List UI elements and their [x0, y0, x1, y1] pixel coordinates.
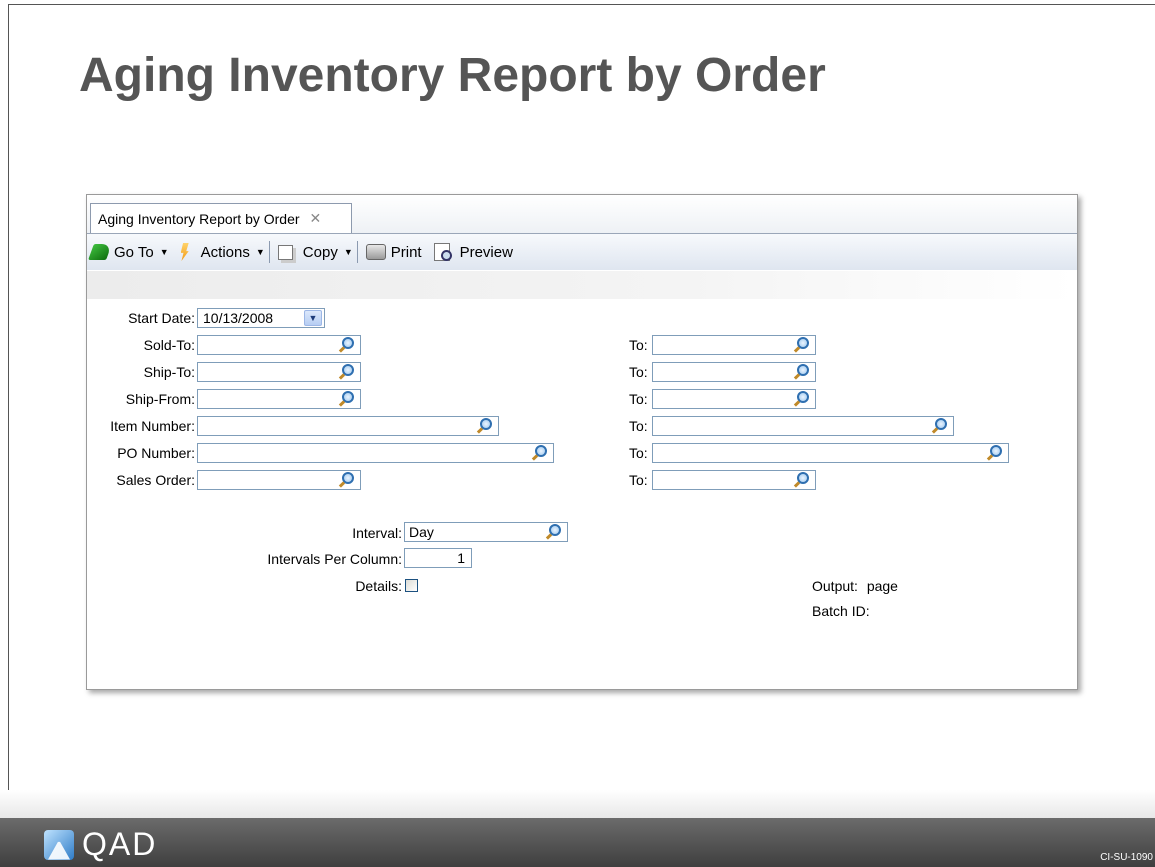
item-number-label: Item Number:	[110, 418, 195, 434]
goto-label: Go To	[114, 243, 154, 261]
output-label: Output: page	[812, 578, 898, 594]
preview-button[interactable]: Preview	[433, 243, 513, 261]
copy-label: Copy	[302, 243, 338, 261]
toolbar-separator	[356, 241, 358, 263]
qad-logo-text: QAD	[82, 826, 158, 862]
toolbar-separator	[268, 241, 270, 263]
interval-input[interactable]: Day	[404, 522, 568, 542]
lookup-icon[interactable]	[342, 337, 354, 349]
copy-icon	[277, 244, 293, 260]
lookup-icon[interactable]	[797, 391, 809, 403]
sold-to-to-input[interactable]	[652, 335, 816, 355]
chevron-down-icon: ▼	[255, 247, 265, 257]
chevron-down-icon[interactable]: ▼	[304, 310, 322, 326]
ship-to-to-input[interactable]	[652, 362, 816, 382]
batch-id-label-text: Batch ID:	[812, 603, 870, 619]
tab-label: Aging Inventory Report by Order	[98, 210, 300, 227]
po-number-label: PO Number:	[117, 445, 195, 461]
po-number-to-label: To:	[629, 445, 648, 461]
slide-title: Aging Inventory Report by Order	[79, 49, 826, 102]
actions-menu-button[interactable]: Actions ▼	[177, 243, 265, 261]
close-icon[interactable]: ✕	[310, 210, 322, 227]
tab-bar: Aging Inventory Report by Order ✕	[87, 195, 1077, 234]
output-value: page	[866, 578, 898, 594]
details-checkbox[interactable]	[405, 579, 418, 592]
sales-order-label: Sales Order:	[116, 472, 195, 488]
intervals-per-column-input[interactable]: 1	[404, 548, 472, 568]
ship-from-label: Ship-From:	[125, 391, 195, 407]
lookup-icon[interactable]	[549, 524, 561, 536]
sold-to-to-label: To:	[629, 337, 648, 353]
po-number-to-input[interactable]	[652, 443, 1009, 463]
chevron-down-icon: ▼	[159, 247, 169, 257]
footer-fade	[0, 790, 1155, 820]
print-button[interactable]: Print	[365, 243, 422, 261]
goto-icon	[88, 244, 112, 260]
start-date-field[interactable]: 10/13/2008 ▼	[197, 308, 325, 328]
interval-label: Interval:	[352, 525, 402, 541]
chevron-down-icon: ▼	[343, 247, 353, 257]
copy-menu-button[interactable]: Copy ▼	[277, 243, 353, 261]
lookup-icon[interactable]	[342, 472, 354, 484]
interval-value: Day	[409, 524, 434, 540]
actions-label: Actions	[200, 243, 250, 261]
item-number-input[interactable]	[197, 416, 499, 436]
lookup-icon[interactable]	[797, 337, 809, 349]
ship-to-to-label: To:	[629, 364, 648, 380]
start-date-label: Start Date:	[128, 310, 195, 326]
lookup-icon[interactable]	[990, 445, 1002, 457]
sales-order-to-input[interactable]	[652, 470, 816, 490]
item-number-to-label: To:	[629, 418, 648, 434]
po-number-input[interactable]	[197, 443, 554, 463]
toolbar: Go To ▼ Actions ▼ Copy ▼ Print Preview	[87, 234, 1077, 270]
ship-from-to-input[interactable]	[652, 389, 816, 409]
lookup-icon[interactable]	[342, 391, 354, 403]
sold-to-input[interactable]	[197, 335, 361, 355]
lookup-icon[interactable]	[797, 364, 809, 376]
intervals-per-column-label: Intervals Per Column:	[267, 551, 402, 567]
print-label: Print	[390, 243, 422, 261]
lookup-icon[interactable]	[935, 418, 947, 430]
preview-icon	[433, 243, 452, 261]
item-number-to-input[interactable]	[652, 416, 954, 436]
ship-to-input[interactable]	[197, 362, 361, 382]
ship-from-input[interactable]	[197, 389, 361, 409]
lightning-icon	[180, 243, 189, 261]
qad-logo-icon	[44, 829, 74, 860]
tab-aging-inventory-report[interactable]: Aging Inventory Report by Order ✕	[90, 203, 352, 233]
preview-label: Preview	[459, 243, 513, 261]
sales-order-to-label: To:	[629, 472, 648, 488]
report-window: Aging Inventory Report by Order ✕ Go To …	[86, 194, 1078, 690]
qad-logo: QAD	[44, 826, 157, 863]
lookup-icon[interactable]	[480, 418, 492, 430]
ship-to-label: Ship-To:	[143, 364, 195, 380]
start-date-value: 10/13/2008	[203, 310, 274, 326]
lookup-icon[interactable]	[535, 445, 547, 457]
output-label-text: Output:	[812, 578, 858, 594]
header-band	[87, 271, 1077, 299]
sales-order-input[interactable]	[197, 470, 361, 490]
lookup-icon[interactable]	[797, 472, 809, 484]
footer-bar	[0, 818, 1155, 867]
printer-icon	[365, 244, 386, 260]
ship-from-to-label: To:	[629, 391, 648, 407]
lookup-icon[interactable]	[342, 364, 354, 376]
sold-to-label: Sold-To:	[143, 337, 195, 353]
slide-code: CI-SU-1090	[1100, 852, 1153, 863]
batch-id-label: Batch ID:	[812, 603, 870, 619]
details-label: Details:	[355, 578, 402, 594]
goto-menu-button[interactable]: Go To ▼	[88, 243, 169, 261]
